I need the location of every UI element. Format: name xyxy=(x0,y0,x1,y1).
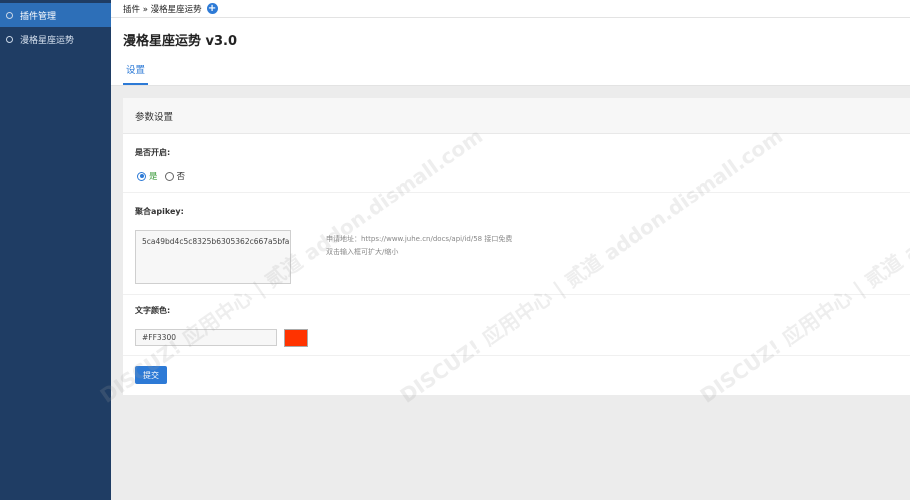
hint-line: 申请地址：https://www.juhe.cn/docs/api/id/58 … xyxy=(326,235,513,243)
enable-radio-group: 是 否 xyxy=(137,170,185,182)
color-input[interactable]: #FF3300 xyxy=(135,329,277,346)
breadcrumb: 插件 » 漫格星座运势 + xyxy=(111,0,910,18)
color-label: 文字颜色: xyxy=(135,306,171,315)
page-title: 漫格星座运势 v3.0 xyxy=(123,34,238,49)
radio-no-label[interactable]: 否 xyxy=(177,170,186,182)
page-header: 漫格星座运势 v3.0 设置 xyxy=(111,18,910,86)
sidebar-item-label: 漫格星座运势 xyxy=(20,35,75,46)
divider xyxy=(123,355,910,356)
apikey-label: 聚合apikey: xyxy=(135,207,184,216)
enable-label: 是否开启: xyxy=(135,148,171,157)
breadcrumb-text[interactable]: 插件 » 漫格星座运势 xyxy=(123,3,202,15)
radio-no[interactable] xyxy=(164,171,174,181)
plus-circle-icon[interactable]: + xyxy=(206,3,218,14)
sidebar-item-plugin-management[interactable]: 插件管理 xyxy=(0,3,111,27)
radio-yes-label[interactable]: 是 xyxy=(149,170,158,182)
divider xyxy=(123,192,910,193)
divider xyxy=(123,294,910,295)
panel-title: 参数设置 xyxy=(123,98,910,134)
sidebar-item-label: 插件管理 xyxy=(20,11,57,22)
color-swatch[interactable] xyxy=(284,329,308,347)
tab-settings[interactable]: 设置 xyxy=(123,62,149,85)
radio-yes[interactable] xyxy=(137,171,146,181)
circle-icon xyxy=(6,11,13,19)
settings-panel: 参数设置 是否开启: 是 否 聚合apikey: 5ca49bd4c5c8325… xyxy=(123,98,910,395)
apikey-hint: 申请地址：https://www.juhe.cn/docs/api/id/58 … xyxy=(326,233,512,259)
sidebar: 插件管理 漫格星座运势 xyxy=(0,0,111,500)
hint-line: 双击输入框可扩大/缩小 xyxy=(326,248,399,256)
sidebar-item-horoscope[interactable]: 漫格星座运势 xyxy=(0,27,111,51)
apikey-textarea[interactable]: 5ca49bd4c5c8325b6305362c667a5bfa xyxy=(135,230,291,284)
submit-button[interactable]: 提交 xyxy=(135,366,167,384)
circle-icon xyxy=(6,35,13,43)
